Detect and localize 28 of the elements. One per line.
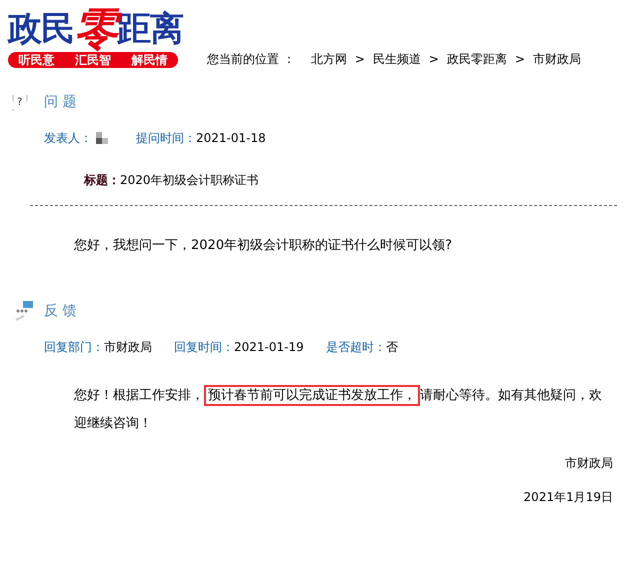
field-value: 否 [386, 339, 398, 356]
slogan-text: 解民情 [132, 52, 168, 68]
field-value: 市财政局 [104, 339, 152, 356]
question-title: 2020年初级会计职称证书 [120, 172, 259, 189]
slogan-text: 汇民智 [74, 52, 111, 68]
field-label: 发表人： [44, 130, 92, 147]
field-value: 2021-01-19 [234, 339, 304, 356]
field-value: 2021-01-18 [196, 130, 266, 147]
signature-text: 市财政局 [564, 455, 614, 472]
field-label: 回复部门： [44, 339, 104, 356]
breadcrumb-label: 您当前的位置 ： [207, 51, 295, 68]
field-label: 回复时间： [174, 339, 234, 356]
field-label: 是否超时： [326, 339, 386, 356]
question-text: 您好，我想问一下，2020年初级会计职称的证书什么时候可以领? [74, 237, 453, 255]
section-heading: 问 题 [44, 93, 76, 112]
breadcrumb-link[interactable]: 北方网 [310, 50, 347, 68]
answer-text: 您好！根据工作安排， 预计春节前可以完成证书发放工作， 请耐心等待。如有其他疑问，欢迎继续咨询！ [74, 382, 614, 438]
field-label: 提问时间： [136, 130, 196, 147]
title-label: 标题： [84, 172, 120, 189]
breadcrumb-separator: > [514, 51, 526, 68]
breadcrumb-link[interactable]: 民生频道 [372, 50, 421, 68]
section-heading: 反 馈 [44, 302, 76, 320]
breadcrumb-link[interactable]: 政民零距离 [446, 50, 507, 68]
breadcrumb-separator: > [354, 51, 365, 68]
date-text: 2021年1月19日 [522, 489, 614, 506]
breadcrumb-separator: > [428, 51, 439, 68]
breadcrumb-link[interactable]: 市财政局 [533, 50, 582, 68]
slogan-text: 听民意 [18, 52, 54, 68]
